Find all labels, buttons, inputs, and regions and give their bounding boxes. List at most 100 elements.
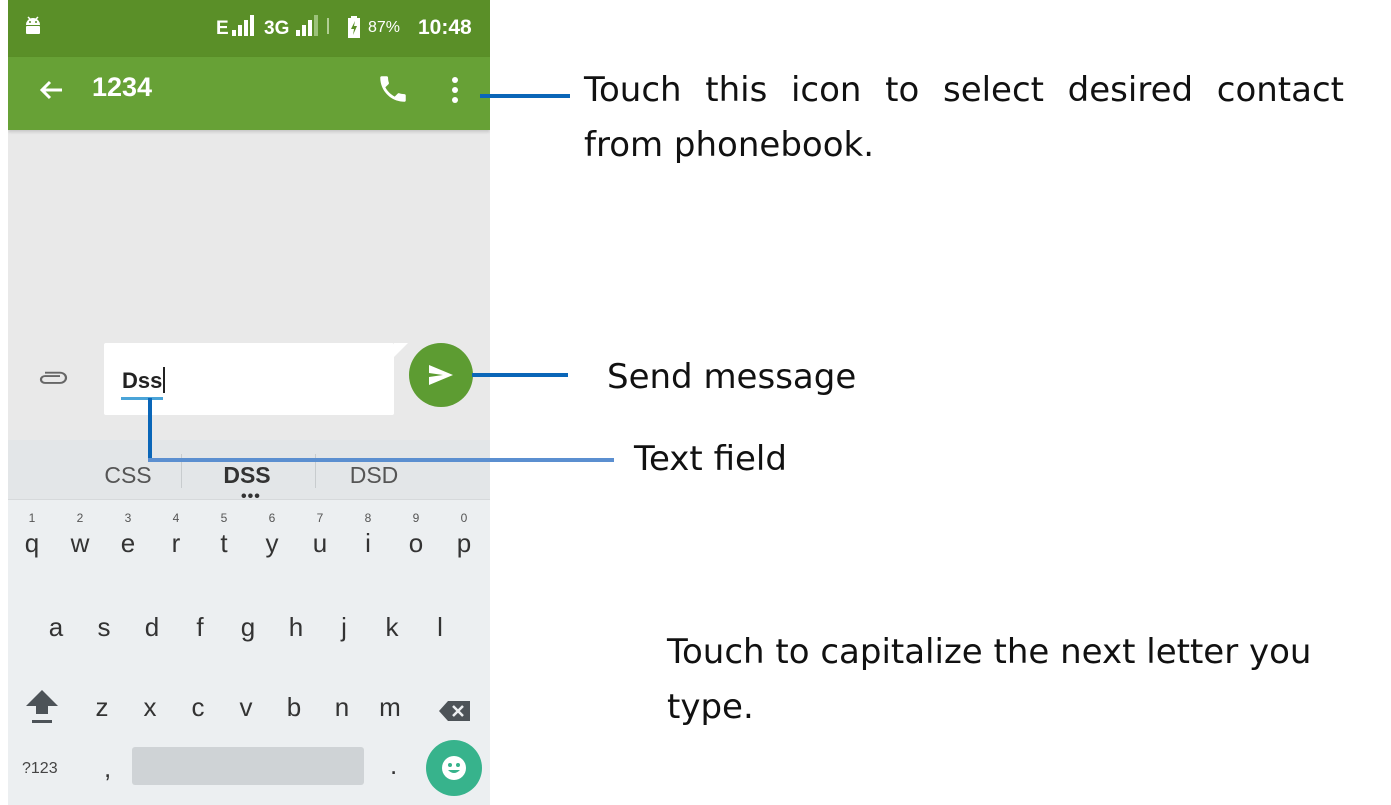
key-label: l <box>437 612 443 642</box>
key-label: f <box>196 612 204 642</box>
key-z[interactable]: z <box>78 666 126 738</box>
suggestion-strip: CSS DSS DSD ••• <box>8 440 490 505</box>
key-label: z <box>95 692 109 722</box>
annotation-contact: Touch this icon to select desired contac… <box>584 70 1344 165</box>
arrow-back-icon[interactable] <box>36 75 66 105</box>
key-m[interactable]: m <box>366 666 414 738</box>
key-n[interactable]: n <box>318 666 366 738</box>
emoji-button[interactable] <box>426 740 482 796</box>
status-bar: E 3G 87% 10:48 <box>8 0 490 57</box>
key-label: d <box>144 612 160 642</box>
key-label: u <box>312 528 328 558</box>
suggestion-item[interactable]: DSD <box>304 462 444 489</box>
key-v[interactable]: v <box>222 666 270 738</box>
bubble-tail <box>394 343 408 357</box>
key-o[interactable]: 9o <box>392 502 440 574</box>
space-bar[interactable] <box>132 747 364 785</box>
callout-line-send <box>472 373 568 377</box>
key-hint: 1 <box>28 511 36 525</box>
message-text-value: Dss <box>122 368 163 393</box>
key-label: s <box>97 612 111 642</box>
key-i[interactable]: 8i <box>344 502 392 574</box>
symbols-key[interactable]: ?123 <box>22 760 58 778</box>
key-label: t <box>220 528 228 558</box>
key-a[interactable]: a <box>32 586 80 658</box>
compose-row: Dss <box>8 335 490 440</box>
more-suggestions-indicator: ••• <box>241 488 261 505</box>
key-label: v <box>239 692 253 722</box>
key-s[interactable]: s <box>80 586 128 658</box>
key-j[interactable]: j <box>320 586 368 658</box>
network-e-label: E <box>216 18 229 39</box>
key-label: q <box>24 528 40 558</box>
clock: 10:48 <box>418 16 472 39</box>
key-hint: 0 <box>460 511 468 525</box>
phone-screen: E 3G 87% 10:48 1234 Dss CSS DSS DSD ••• … <box>8 0 490 805</box>
key-t[interactable]: 5t <box>200 502 248 574</box>
key-p[interactable]: 0p <box>440 502 488 574</box>
data-transfer-icon <box>327 18 329 34</box>
word-underline <box>121 397 163 400</box>
conversation-title: 1234 <box>92 72 153 102</box>
more-vertical-icon[interactable] <box>445 74 465 106</box>
key-u[interactable]: 7u <box>296 502 344 574</box>
key-hint: 3 <box>124 511 132 525</box>
key-q[interactable]: 1q <box>8 502 56 574</box>
period-key[interactable]: . <box>390 750 397 781</box>
key-hint: 8 <box>364 511 372 525</box>
phone-icon[interactable] <box>376 72 410 106</box>
key-hint: 2 <box>76 511 84 525</box>
key-label: n <box>334 692 350 722</box>
annotation-capitalize: Touch to capitalize the next letter you … <box>667 632 1312 727</box>
key-hint: 4 <box>172 511 180 525</box>
paperclip-icon[interactable] <box>38 369 70 389</box>
key-b[interactable]: b <box>270 666 318 738</box>
key-label: p <box>456 528 472 558</box>
key-w[interactable]: 2w <box>56 502 104 574</box>
annotation-text-field: Text field <box>634 439 787 479</box>
key-l[interactable]: l <box>416 586 464 658</box>
signal-icon <box>296 15 318 36</box>
key-hint: 5 <box>220 511 228 525</box>
key-r[interactable]: 4r <box>152 502 200 574</box>
comma-key[interactable]: , <box>104 753 111 784</box>
key-label: a <box>48 612 64 642</box>
key-label: e <box>120 528 136 558</box>
key-e[interactable]: 3e <box>104 502 152 574</box>
key-y[interactable]: 6y <box>248 502 296 574</box>
keyboard: CSS DSS DSD ••• 1q 2w 3e 4r 5t 6y 7u 8i … <box>8 440 490 805</box>
key-label: c <box>191 692 205 722</box>
key-h[interactable]: h <box>272 586 320 658</box>
send-icon <box>429 365 453 385</box>
key-label: b <box>286 692 302 722</box>
app-bar: 1234 <box>8 57 490 130</box>
message-text: Dss <box>122 367 166 394</box>
key-label: g <box>240 612 256 642</box>
battery-percent: 87% <box>368 19 401 36</box>
key-g[interactable]: g <box>224 586 272 658</box>
backspace-icon[interactable] <box>438 699 472 723</box>
key-hint: 9 <box>412 511 420 525</box>
key-label: x <box>143 692 157 722</box>
key-label: h <box>288 612 304 642</box>
suggestion-item[interactable]: DSS <box>177 462 317 489</box>
key-f[interactable]: f <box>176 586 224 658</box>
emoji-icon <box>442 756 466 780</box>
key-label: m <box>379 692 401 722</box>
callout-line-text-horizontal <box>148 458 614 462</box>
key-hint: 7 <box>316 511 324 525</box>
key-label: r <box>171 528 181 558</box>
key-label: j <box>341 612 347 642</box>
callout-line-text-vertical <box>148 398 152 460</box>
key-hint: 6 <box>268 511 276 525</box>
key-x[interactable]: x <box>126 666 174 738</box>
key-c[interactable]: c <box>174 666 222 738</box>
send-button[interactable] <box>409 343 473 407</box>
shift-icon[interactable] <box>24 686 60 726</box>
signal-icon <box>232 15 254 36</box>
key-d[interactable]: d <box>128 586 176 658</box>
key-label: w <box>70 528 90 558</box>
annotation-send: Send message <box>607 357 857 397</box>
key-k[interactable]: k <box>368 586 416 658</box>
callout-line-contact <box>480 94 570 98</box>
